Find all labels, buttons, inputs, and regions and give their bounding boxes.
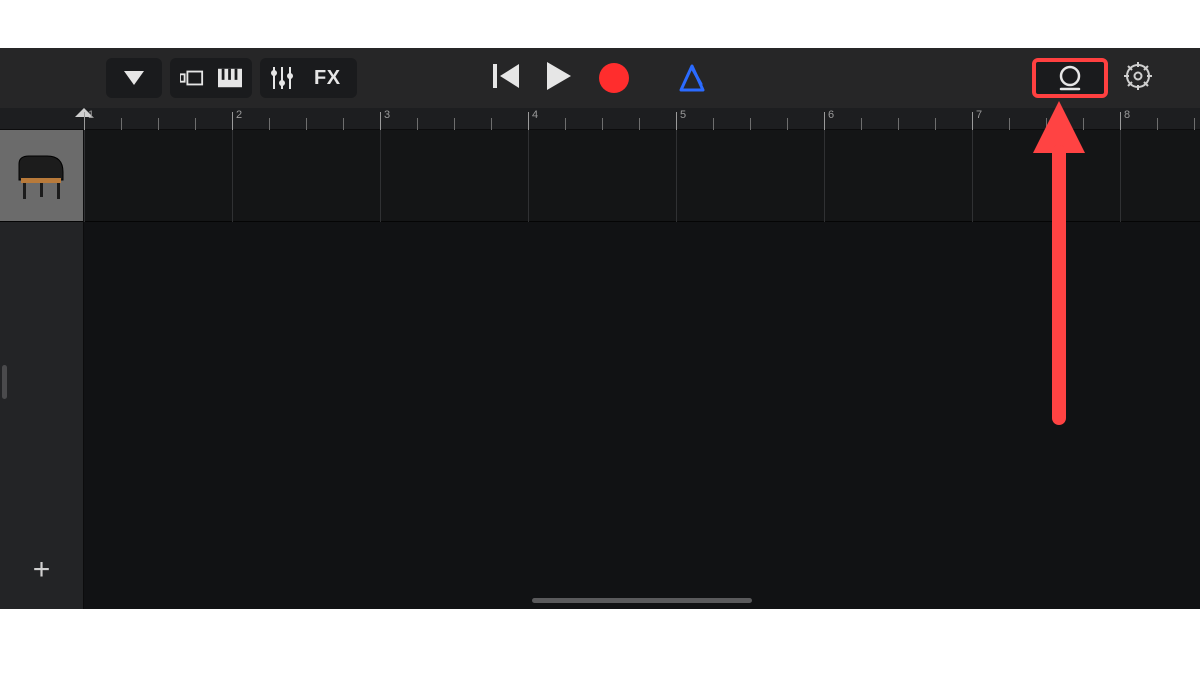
toolbar: FX <box>0 48 1200 108</box>
view-toggle-group <box>170 58 252 98</box>
track-headers-column: + <box>0 130 84 609</box>
settings-button[interactable] <box>1124 62 1152 95</box>
ruler-bar-label: 6 <box>828 109 834 121</box>
ruler-bar-label: 5 <box>680 109 686 121</box>
track-header-grand-piano[interactable] <box>0 130 83 222</box>
add-track-button[interactable]: + <box>0 531 83 609</box>
ruler-bar-label: 3 <box>384 109 390 121</box>
metronome-button[interactable] <box>677 64 707 92</box>
play-icon <box>547 62 571 90</box>
metronome-icon <box>677 64 707 92</box>
home-indicator <box>532 598 752 603</box>
timeline-ruler[interactable]: 1 2 3 4 5 6 7 8 <box>0 108 1200 130</box>
vertical-scroll-thumb[interactable] <box>2 365 7 399</box>
record-icon <box>599 63 629 93</box>
fx-button[interactable]: FX <box>308 67 347 90</box>
ruler-bar-label: 7 <box>976 109 982 121</box>
go-to-beginning-button[interactable] <box>493 64 519 93</box>
loop-icon <box>1055 65 1085 91</box>
view-menu-button[interactable] <box>106 58 162 98</box>
ruler-bar-label: 4 <box>532 109 538 121</box>
workspace: + <box>0 130 1200 609</box>
browser-view-button[interactable] <box>180 66 204 90</box>
toolbar-left-cluster: FX <box>106 58 357 98</box>
timeline-area[interactable] <box>84 130 1200 609</box>
track-controls-button[interactable] <box>270 66 294 90</box>
toolbar-right-cluster <box>1032 58 1152 98</box>
ruler-ticks: 1 2 3 4 5 6 7 8 <box>84 108 1200 129</box>
gear-icon <box>1124 62 1152 90</box>
loop-browser-button[interactable] <box>1032 58 1108 98</box>
play-button[interactable] <box>547 62 571 95</box>
track-lane[interactable] <box>84 130 1200 222</box>
ruler-bar-label: 8 <box>1124 109 1130 121</box>
controls-group: FX <box>260 58 357 98</box>
record-button[interactable] <box>599 63 629 93</box>
plus-icon: + <box>33 553 51 587</box>
rewind-icon <box>493 64 519 88</box>
keyboard-icon <box>218 68 242 88</box>
ruler-bar-label: 1 <box>88 109 94 121</box>
keyboard-view-button[interactable] <box>218 66 242 90</box>
ruler-bar-label: 2 <box>236 109 242 121</box>
sliders-icon <box>270 67 294 89</box>
browser-icon <box>180 69 204 87</box>
grand-piano-icon <box>13 150 71 202</box>
chevron-down-icon <box>124 71 144 85</box>
garageband-tracks-view: FX <box>0 48 1200 609</box>
